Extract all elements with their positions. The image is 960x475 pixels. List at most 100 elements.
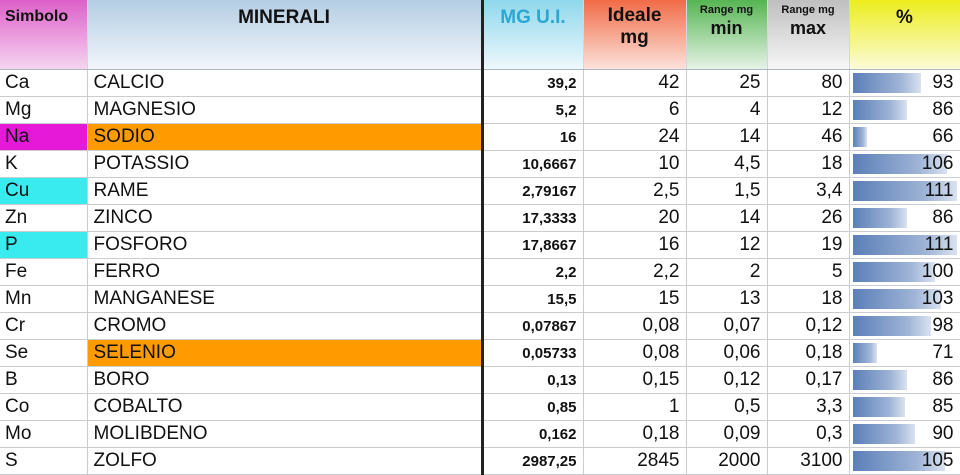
percent-cell: 90 — [849, 420, 960, 448]
range-max-cell: 80 — [767, 69, 850, 97]
ideale-cell: 16 — [583, 231, 687, 259]
mg-ui-cell: 16 — [480, 123, 584, 151]
percent-cell: 105 — [849, 447, 960, 475]
range-min-cell: 4,5 — [686, 150, 768, 178]
ideale-cell: 42 — [583, 69, 687, 97]
header-ideale: Ideale mg — [583, 0, 687, 70]
range-max-cell: 46 — [767, 123, 850, 151]
mineral-cell: MANGANESE — [87, 285, 483, 313]
percent-value: 90 — [932, 423, 954, 444]
percent-bar — [852, 208, 907, 228]
mineral-cell: ZOLFO — [87, 447, 483, 475]
range-max-cell: 3100 — [767, 447, 850, 475]
mg-ui-cell: 2,79167 — [480, 177, 584, 205]
range-min-cell: 0,09 — [686, 420, 768, 448]
percent-value: 98 — [932, 315, 954, 336]
mineral-cell: MAGNESIO — [87, 96, 483, 124]
mg-ui-cell: 0,162 — [480, 420, 584, 448]
mg-ui-cell: 15,5 — [480, 285, 584, 313]
percent-cell: 71 — [849, 339, 960, 367]
percent-cell: 98 — [849, 312, 960, 340]
mg-ui-cell: 17,3333 — [480, 204, 584, 232]
table-row: S ZOLFO 2987,25 2845 2000 3100 105 — [0, 447, 960, 475]
range-min-cell: 25 — [686, 69, 768, 97]
mg-ui-cell: 2987,25 — [480, 447, 584, 475]
ideale-cell: 2845 — [583, 447, 687, 475]
percent-bar — [852, 343, 877, 363]
table-row: Na SODIO 16 24 14 46 66 — [0, 123, 960, 151]
mineral-cell: RAME — [87, 177, 483, 205]
ideale-cell: 10 — [583, 150, 687, 178]
mineral-cell: BORO — [87, 366, 483, 394]
mineral-cell: FOSFORO — [87, 231, 483, 259]
range-min-cell: 0,07 — [686, 312, 768, 340]
range-max-cell: 3,4 — [767, 177, 850, 205]
percent-value: 111 — [924, 180, 954, 201]
ideale-cell: 2,2 — [583, 258, 687, 286]
table-row: B BORO 0,13 0,15 0,12 0,17 86 — [0, 366, 960, 394]
header-percent: % — [849, 0, 960, 70]
range-min-cell: 0,06 — [686, 339, 768, 367]
percent-value: 100 — [921, 261, 954, 282]
range-min-cell: 2000 — [686, 447, 768, 475]
mineral-cell: MOLIBDENO — [87, 420, 483, 448]
symbol-cell: Se — [0, 339, 88, 367]
mineral-cell: POTASSIO — [87, 150, 483, 178]
ideale-cell: 15 — [583, 285, 687, 313]
percent-cell: 106 — [849, 150, 960, 178]
mg-ui-cell: 17,8667 — [480, 231, 584, 259]
percent-bar — [852, 424, 915, 444]
symbol-cell: K — [0, 150, 88, 178]
percent-bar — [852, 397, 905, 417]
table-row: Mo MOLIBDENO 0,162 0,18 0,09 0,3 90 — [0, 420, 960, 448]
range-min-cell: 14 — [686, 204, 768, 232]
percent-value: 103 — [921, 288, 954, 309]
header-range-max: Range mg max — [767, 0, 850, 70]
percent-cell: 100 — [849, 258, 960, 286]
percent-value: 71 — [932, 342, 954, 363]
mineral-cell: SODIO — [87, 123, 483, 151]
symbol-cell: Mg — [0, 96, 88, 124]
percent-bar — [852, 73, 921, 93]
range-min-cell: 1,5 — [686, 177, 768, 205]
table-row: P FOSFORO 17,8667 16 12 19 111 — [0, 231, 960, 259]
mineral-cell: FERRO — [87, 258, 483, 286]
range-max-cell: 0,12 — [767, 312, 850, 340]
table-row: Co COBALTO 0,85 1 0,5 3,3 85 — [0, 393, 960, 421]
header-ideale-unit: mg — [620, 27, 649, 48]
percent-bar — [852, 316, 931, 336]
mg-ui-cell: 5,2 — [480, 96, 584, 124]
percent-value: 85 — [932, 396, 954, 417]
mineral-cell: ZINCO — [87, 204, 483, 232]
mg-ui-cell: 0,13 — [480, 366, 584, 394]
range-min-cell: 0,5 — [686, 393, 768, 421]
range-min-cell: 14 — [686, 123, 768, 151]
range-max-cell: 26 — [767, 204, 850, 232]
minerals-table: Simbolo MINERALI MG U.I. Ideale mg Range… — [0, 0, 960, 475]
percent-bar — [852, 370, 907, 390]
ideale-cell: 20 — [583, 204, 687, 232]
percent-cell: 111 — [849, 231, 960, 259]
ideale-cell: 6 — [583, 96, 687, 124]
range-max-cell: 5 — [767, 258, 850, 286]
mineral-cell: COBALTO — [87, 393, 483, 421]
percent-cell: 85 — [849, 393, 960, 421]
range-max-cell: 0,18 — [767, 339, 850, 367]
ideale-cell: 2,5 — [583, 177, 687, 205]
range-max-cell: 19 — [767, 231, 850, 259]
header-range-min-label: Range mg — [699, 4, 754, 16]
ideale-cell: 0,08 — [583, 339, 687, 367]
mg-ui-cell: 0,07867 — [480, 312, 584, 340]
table-row: Ca CALCIO 39,2 42 25 80 93 — [0, 69, 960, 97]
header-simbolo: Simbolo — [0, 0, 88, 70]
mineral-cell: CALCIO — [87, 69, 483, 97]
symbol-cell: Fe — [0, 258, 88, 286]
header-row: Simbolo MINERALI MG U.I. Ideale mg Range… — [0, 0, 960, 70]
symbol-cell: Cr — [0, 312, 88, 340]
mineral-cell: SELENIO — [87, 339, 483, 367]
range-max-cell: 18 — [767, 150, 850, 178]
ideale-cell: 0,18 — [583, 420, 687, 448]
header-range-max-label: Range mg — [781, 4, 835, 16]
range-max-cell: 12 — [767, 96, 850, 124]
percent-value: 105 — [921, 450, 954, 471]
